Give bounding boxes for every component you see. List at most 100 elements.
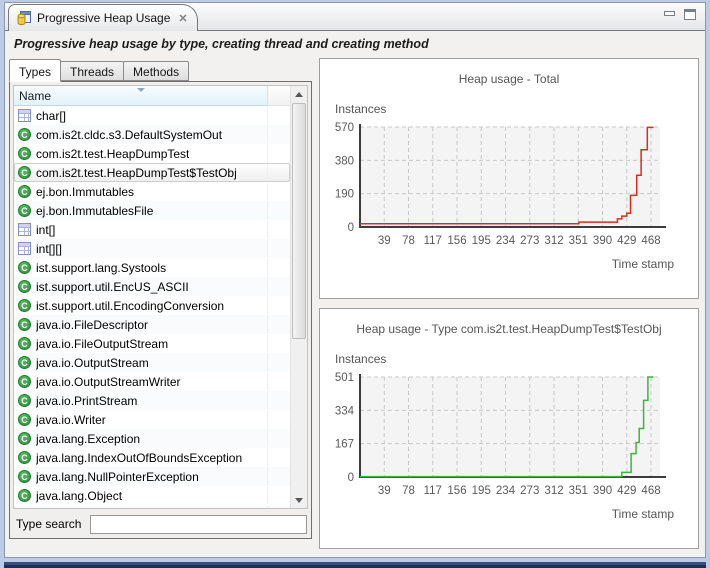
table-row[interactable]: Ccom.is2t.test.HeapDumpTest$TestObj <box>14 163 290 182</box>
type-search-input[interactable] <box>90 515 307 534</box>
table-row[interactable]: Cjava.lang.Object <box>14 486 290 505</box>
row-blank-cell <box>267 202 289 219</box>
table-row[interactable]: Cjava.io.PrintStream <box>14 391 290 410</box>
svg-text:501: 501 <box>335 372 354 384</box>
svg-text:0: 0 <box>348 222 354 234</box>
scroll-up-button[interactable] <box>291 86 307 102</box>
table-row[interactable]: int[][] <box>14 239 290 258</box>
table-row[interactable]: Cjava.io.FileDescriptor <box>14 315 290 334</box>
column-header-blank[interactable] <box>268 86 290 106</box>
minimize-icon[interactable] <box>664 11 675 16</box>
row-label: ej.bon.Immutables <box>36 185 134 199</box>
row-blank-cell <box>267 145 289 162</box>
svg-text:390: 390 <box>593 235 612 247</box>
class-icon: C <box>18 147 31 160</box>
row-blank-cell <box>267 316 289 333</box>
sort-indicator-icon <box>137 88 145 92</box>
table-row[interactable]: Cist.support.util.EncUS_ASCII <box>14 277 290 296</box>
table-row[interactable]: Cjava.io.Writer <box>14 410 290 429</box>
svg-text:570: 570 <box>335 122 354 134</box>
close-icon[interactable]: ✕ <box>178 12 187 25</box>
row-label: com.is2t.test.HeapDumpTest <box>36 147 189 161</box>
column-header-name[interactable]: Name <box>14 86 268 106</box>
type-heap-chart: 0167334501397811715619523427331235139042… <box>322 367 696 507</box>
row-blank-cell <box>267 107 289 124</box>
class-icon: C <box>18 337 31 350</box>
row-blank-cell <box>267 506 289 508</box>
row-label: java.io.Writer <box>36 413 106 427</box>
svg-text:351: 351 <box>569 485 588 497</box>
scroll-up-icon <box>295 92 303 97</box>
chart-title: Heap usage - Total <box>320 72 698 86</box>
category-tabs: Types Threads Methods <box>9 58 312 81</box>
column-header-name-label: Name <box>19 89 51 103</box>
maximize-icon[interactable] <box>684 9 696 20</box>
class-icon: C <box>18 318 31 331</box>
x-axis-label: Time stamp <box>320 507 674 521</box>
svg-text:39: 39 <box>378 485 391 497</box>
table-row[interactable]: Cej.bon.Immutables <box>14 182 290 201</box>
row-label: java.lang.Exception <box>36 432 140 446</box>
svg-text:0: 0 <box>348 472 354 484</box>
types-table-main: Name char[] Ccom.is2t.cldc.s3.DefaultSyst… <box>14 86 290 508</box>
table-row[interactable]: int[] <box>14 220 290 239</box>
svg-text:351: 351 <box>569 235 588 247</box>
tab-types[interactable]: Types <box>9 59 61 82</box>
view-header-title: Progressive heap usage by type, creating… <box>14 37 429 51</box>
table-row[interactable] <box>14 505 290 508</box>
chart-title: Heap usage - Type com.is2t.test.HeapDump… <box>320 322 698 336</box>
window-buttons <box>664 9 696 20</box>
chart-panel-selected-type: Heap usage - Type com.is2t.test.HeapDump… <box>319 308 699 549</box>
row-blank-cell <box>267 240 289 257</box>
row-label: char[] <box>36 109 66 123</box>
row-blank-cell <box>267 297 289 314</box>
table-row[interactable]: Cist.support.lang.Systools <box>14 258 290 277</box>
class-icon: C <box>18 204 31 217</box>
scroll-down-button[interactable] <box>291 492 307 508</box>
row-blank-cell <box>267 126 289 143</box>
table-row[interactable]: Cjava.lang.IndexOutOfBoundsException <box>14 448 290 467</box>
svg-text:39: 39 <box>378 235 391 247</box>
svg-text:273: 273 <box>520 235 539 247</box>
table-row[interactable]: Cej.bon.ImmutablesFile <box>14 201 290 220</box>
row-blank-cell <box>267 354 289 371</box>
svg-text:190: 190 <box>335 189 354 201</box>
table-row[interactable]: Cjava.lang.Exception <box>14 429 290 448</box>
row-label: com.is2t.cldc.s3.DefaultSystemOut <box>36 128 222 142</box>
row-blank-cell <box>267 392 289 409</box>
view-tab-progressive-heap-usage[interactable]: Progressive Heap Usage ✕ <box>8 4 198 31</box>
view-header: Progressive heap usage by type, creating… <box>5 31 705 57</box>
class-icon: C <box>18 413 31 426</box>
row-label: java.io.FileDescriptor <box>36 318 148 332</box>
type-search-label: Type search <box>16 517 81 531</box>
svg-text:167: 167 <box>335 439 354 451</box>
total-heap-chart: 0190380570397811715619523427331235139042… <box>322 117 696 257</box>
row-label: java.lang.Object <box>36 489 122 503</box>
class-icon: C <box>18 375 31 388</box>
table-row[interactable]: Cjava.lang.NullPointerException <box>14 467 290 486</box>
table-row[interactable]: Cjava.io.OutputStreamWriter <box>14 372 290 391</box>
table-row[interactable]: Ccom.is2t.cldc.s3.DefaultSystemOut <box>14 125 290 144</box>
vertical-scrollbar[interactable] <box>290 86 307 508</box>
class-icon: C <box>18 470 31 483</box>
table-row[interactable]: Ccom.is2t.test.HeapDumpTest <box>14 144 290 163</box>
heap-view-icon <box>16 10 32 26</box>
tab-methods[interactable]: Methods <box>123 61 189 81</box>
table-row[interactable]: char[] <box>14 106 290 125</box>
row-label: java.io.OutputStream <box>36 356 149 370</box>
svg-text:78: 78 <box>402 235 415 247</box>
table-row[interactable]: Cjava.io.FileOutputStream <box>14 334 290 353</box>
array-icon <box>18 223 31 236</box>
row-label: java.io.PrintStream <box>36 394 137 408</box>
array-icon <box>18 242 31 255</box>
scroll-down-icon <box>295 498 303 503</box>
row-blank-cell <box>267 487 289 504</box>
table-row[interactable]: Cjava.io.OutputStream <box>14 353 290 372</box>
row-label: java.lang.NullPointerException <box>36 470 199 484</box>
scrollbar-thumb[interactable] <box>292 103 306 339</box>
table-row[interactable]: Cist.support.util.EncodingConversion <box>14 296 290 315</box>
svg-text:234: 234 <box>496 235 516 247</box>
row-label: ist.support.lang.Systools <box>36 261 166 275</box>
tab-threads[interactable]: Threads <box>60 61 124 81</box>
view-content: Types Threads Methods Name <box>5 57 705 557</box>
